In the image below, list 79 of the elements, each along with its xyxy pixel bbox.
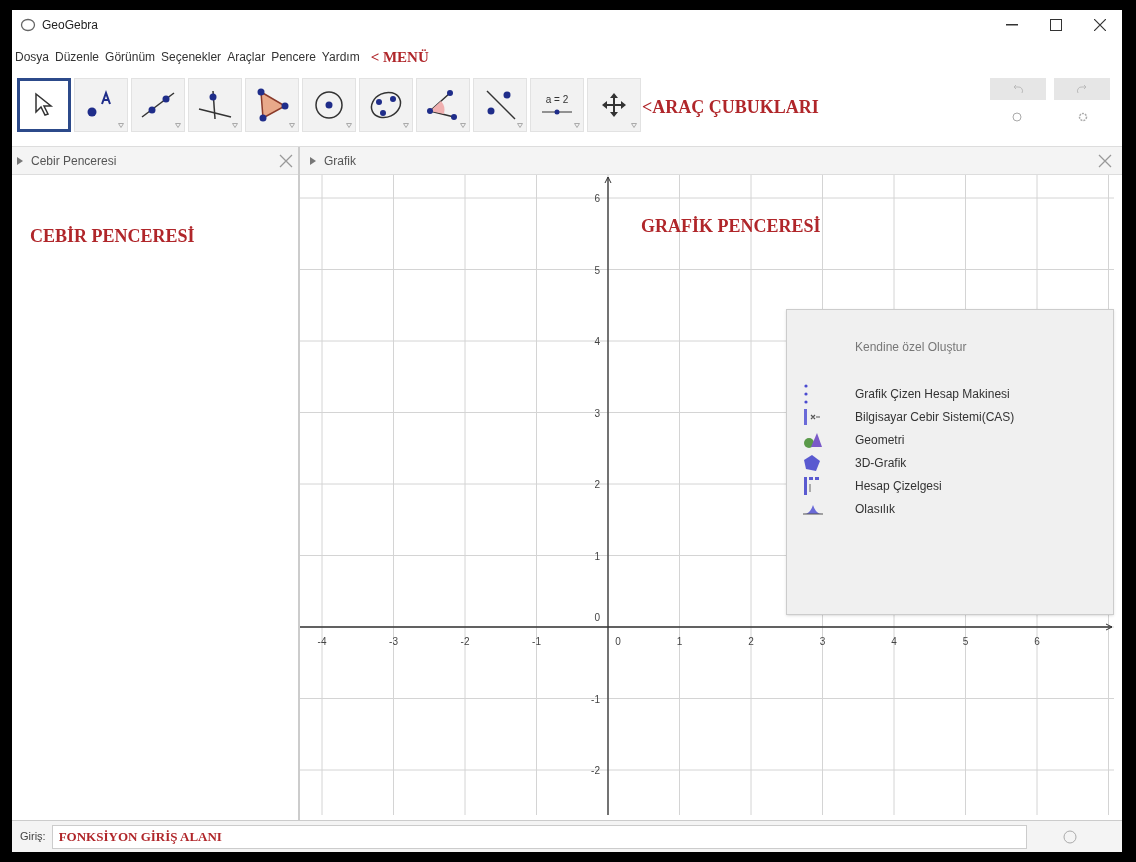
axis-label: 0 (594, 612, 600, 623)
graphics-annotation: GRAFİK PENCERESİ (641, 215, 821, 238)
dropdown-triangle-icon (403, 123, 409, 128)
app-logo-icon (20, 17, 36, 33)
view-title: Grafik (324, 152, 356, 170)
undo-icon (1012, 84, 1024, 94)
angle-icon (426, 89, 460, 121)
axis-label: -2 (591, 765, 600, 776)
dots-icon (803, 383, 809, 404)
menu-annotation: < MENÜ (370, 47, 429, 67)
expand-triangle-icon[interactable] (17, 156, 23, 165)
arrow-cursor-icon (33, 92, 55, 118)
axis-label: 5 (594, 264, 600, 276)
axis-label: 3 (594, 407, 600, 419)
axis-label: -3 (389, 636, 398, 647)
cube-icon (803, 453, 821, 472)
expand-triangle-icon[interactable] (310, 156, 316, 165)
toolbar-annotation: <ARAÇ ÇUBUKLARI (642, 95, 819, 119)
dropdown-triangle-icon (118, 123, 124, 128)
dropdown-triangle-icon (574, 123, 580, 128)
menu-item[interactable]: Araçlar (224, 48, 269, 66)
perspective-item[interactable]: 3D-Grafik (803, 451, 1113, 474)
perspectives-heading: Kendine özel Oluştur (854, 339, 968, 356)
close-icon (1094, 19, 1106, 31)
minimize-icon (1006, 24, 1018, 26)
dropdown-triangle-icon (460, 123, 466, 128)
axis-label: 5 (962, 636, 969, 647)
axis-label: 1 (594, 550, 600, 562)
close-icon[interactable] (279, 153, 293, 168)
window-title: GeoGebra (42, 17, 99, 34)
tool-button[interactable]: a = 2 (530, 78, 584, 132)
axis-label: 2 (748, 636, 754, 647)
maximize-icon (1050, 19, 1062, 31)
menu-item[interactable]: Pencere (268, 48, 319, 66)
dropdown-triangle-icon (631, 123, 637, 128)
axis-label: 3 (819, 636, 826, 647)
menu-item[interactable]: Yardım (318, 48, 363, 66)
input-label: Giriş: (20, 829, 46, 845)
circle-icon (313, 89, 345, 121)
axis-label: 6 (1034, 636, 1040, 647)
view-title: Cebir Penceresi (31, 152, 117, 170)
axis-label: 6 (594, 193, 600, 204)
ellipse-icon (369, 89, 403, 121)
menu-item[interactable]: Seçenekler (158, 48, 225, 66)
axis-label: 1 (676, 636, 683, 647)
dropdown-triangle-icon (346, 123, 352, 128)
perspective-item[interactable]: Hesap Çizelgesi (803, 474, 1113, 497)
dropdown-triangle-icon (517, 123, 523, 128)
axis-label: -4 (317, 636, 327, 647)
perpendicular-lines-icon (197, 89, 233, 121)
axis-label: 0 (615, 636, 621, 647)
menu-item[interactable]: Dosya (12, 48, 52, 66)
reflection-icon (483, 89, 517, 121)
triangle-icon (255, 88, 289, 122)
input-field[interactable]: FONKSİYON GİRİŞ ALANI (51, 824, 1027, 849)
dropdown-triangle-icon (175, 123, 181, 128)
axis-label: -1 (532, 636, 541, 647)
axis-label: 4 (594, 336, 600, 347)
axis-label: 4 (891, 636, 897, 647)
line-icon (140, 90, 176, 120)
spreadsheet-icon (803, 475, 821, 496)
menu-item[interactable]: Düzenle (52, 48, 103, 66)
slider-icon (542, 109, 572, 115)
cas-icon (803, 407, 821, 426)
perspective-item[interactable]: Grafik Çizen Hesap Makinesi (803, 382, 1113, 405)
dropdown-triangle-icon (232, 123, 238, 128)
move-arrows-icon (601, 92, 627, 118)
axis-label: 2 (594, 479, 600, 490)
redo-icon (1076, 84, 1088, 94)
dropdown-triangle-icon (289, 123, 295, 128)
tool-button[interactable] (17, 78, 71, 132)
menu-item[interactable]: Görünüm (102, 48, 159, 66)
algebra-annotation: CEBİR PENCERESİ (30, 226, 195, 246)
axis-label: -2 (460, 636, 470, 647)
close-icon[interactable] (1098, 153, 1112, 168)
perspective-item[interactable]: Geometri (803, 428, 1113, 451)
perspective-item[interactable]: Olasılık (803, 497, 1113, 520)
axis-label: -1 (591, 693, 600, 705)
perspective-item[interactable]: Bilgisayar Cebir Sistemi(CAS) (803, 405, 1113, 428)
